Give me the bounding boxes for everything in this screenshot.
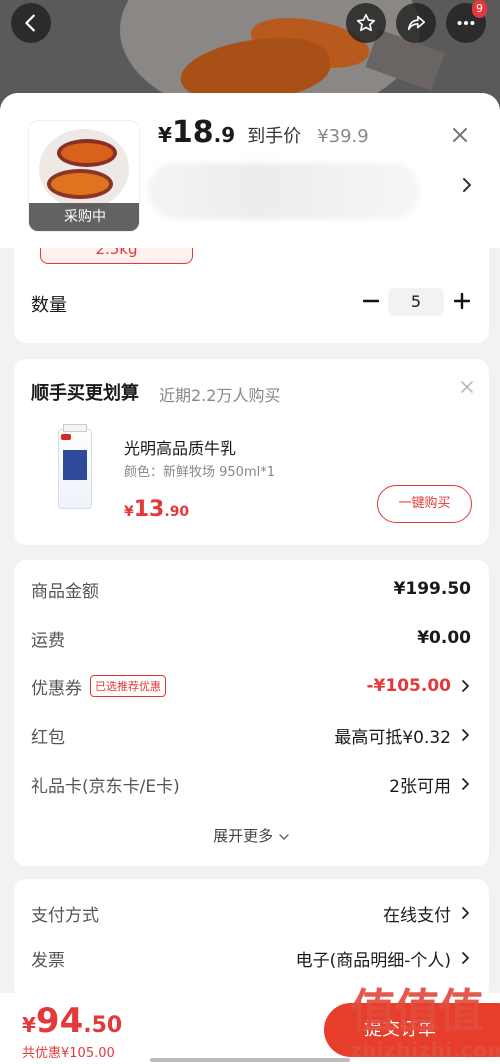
upsell-product-spec: 颜色：新鲜牧场 950ml*1 bbox=[124, 465, 275, 480]
price-integer: 18 bbox=[171, 115, 214, 150]
invoice-label: 发票 bbox=[31, 950, 65, 971]
chevron-left-icon bbox=[25, 14, 35, 32]
milk-product-image[interactable] bbox=[58, 424, 92, 509]
quantity-decrease-button[interactable] bbox=[359, 289, 383, 313]
detail-value: 最高可抵¥0.32 bbox=[334, 727, 451, 748]
invoice-value: 电子(商品明细-个人) bbox=[295, 950, 451, 971]
total-integer: 94 bbox=[35, 1001, 84, 1041]
detail-row-red-packet[interactable]: 红包 最高可抵¥0.32 bbox=[31, 720, 471, 750]
chevron-right-icon bbox=[462, 778, 469, 790]
upsell-price-currency: ¥ bbox=[124, 504, 134, 520]
star-icon bbox=[356, 13, 376, 32]
upsell-subtitle: 近期2.2万人购买 bbox=[159, 386, 281, 405]
chevron-down-icon bbox=[279, 834, 289, 840]
chevron-right-icon bbox=[462, 952, 469, 964]
detail-value: -¥105.00 bbox=[366, 676, 452, 696]
detail-label: 礼品卡(京东卡/E卡) bbox=[31, 776, 180, 797]
minus-icon bbox=[363, 299, 379, 303]
notification-badge: 9 bbox=[472, 0, 487, 18]
detail-value: ¥199.50 bbox=[393, 579, 471, 599]
quantity-increase-button[interactable] bbox=[450, 289, 474, 313]
price-currency: ¥ bbox=[158, 123, 172, 147]
payment-value: 在线支付 bbox=[383, 905, 451, 926]
watermark-logo: 值值值 bbox=[350, 984, 484, 1038]
detail-row-gift-card[interactable]: 礼品卡(京东卡/E卡) 2张可用 bbox=[31, 769, 471, 799]
watermark-site: zhizhizhi.com bbox=[350, 1038, 500, 1062]
one-click-buy-button[interactable]: 一键购买 bbox=[377, 485, 472, 523]
upsell-price-decimal: .90 bbox=[164, 504, 190, 520]
favorite-button[interactable] bbox=[346, 3, 386, 43]
price-decimal: .9 bbox=[213, 123, 236, 147]
detail-label: 红包 bbox=[31, 727, 65, 748]
detail-value: 2张可用 bbox=[389, 776, 451, 797]
detail-row-coupon[interactable]: 优惠券 已选推荐优惠 -¥105.00 bbox=[31, 671, 471, 701]
header-price: ¥ 18 .9 到手价 ¥39.9 bbox=[158, 115, 369, 150]
detail-label: 运费 bbox=[31, 630, 65, 651]
detail-row-goods-amount: 商品金额 ¥199.50 bbox=[31, 574, 471, 604]
home-indicator bbox=[150, 1058, 350, 1062]
order-sheet: 采购中 ¥ 18 .9 到手价 ¥39.9 2.5kg 数量 5 顺手买更划算 … bbox=[0, 93, 500, 1064]
quantity-input[interactable]: 5 bbox=[388, 288, 444, 316]
total-decimal: .50 bbox=[83, 1013, 123, 1038]
back-button[interactable] bbox=[11, 3, 51, 43]
purchasing-status-label: 采购中 bbox=[29, 203, 139, 231]
close-icon[interactable] bbox=[459, 379, 475, 395]
upsell-price: ¥ 13 .90 bbox=[124, 497, 189, 522]
total-currency: ¥ bbox=[22, 1013, 36, 1037]
sheet-header: 采购中 ¥ 18 .9 到手价 ¥39.9 bbox=[0, 93, 500, 248]
price-detail-card: 商品金额 ¥199.50 运费 ¥0.00 优惠券 已选推荐优惠 -¥105.0… bbox=[14, 560, 489, 866]
detail-label: 商品金额 bbox=[31, 581, 99, 602]
expand-more-label: 展开更多 bbox=[213, 827, 274, 845]
upsell-title: 顺手买更划算 bbox=[31, 383, 139, 404]
total-price: ¥ 94 .50 bbox=[22, 1001, 122, 1041]
plus-icon bbox=[454, 293, 470, 309]
price-tag: 到手价 bbox=[247, 126, 302, 147]
payment-label: 支付方式 bbox=[31, 905, 99, 926]
share-button[interactable] bbox=[396, 3, 436, 43]
invoice-row[interactable]: 发票 电子(商品明细-个人) bbox=[31, 943, 471, 973]
chevron-right-icon bbox=[462, 729, 469, 741]
upsell-product-name[interactable]: 光明高品质牛乳 bbox=[124, 435, 236, 459]
original-price: ¥39.9 bbox=[317, 126, 369, 147]
detail-label: 优惠券 bbox=[31, 678, 82, 699]
total-saved-text: 共优惠¥105.00 bbox=[22, 1046, 115, 1061]
chevron-right-icon bbox=[462, 907, 469, 919]
blurred-spec-summary bbox=[148, 163, 420, 219]
coupon-recommended-tag: 已选推荐优惠 bbox=[90, 675, 166, 697]
upsell-price-integer: 13 bbox=[133, 497, 165, 522]
chevron-right-icon bbox=[462, 680, 469, 692]
close-icon[interactable] bbox=[449, 124, 471, 146]
detail-row-shipping: 运费 ¥0.00 bbox=[31, 623, 471, 653]
detail-value: ¥0.00 bbox=[417, 628, 471, 648]
quantity-label: 数量 bbox=[31, 295, 67, 316]
chevron-right-icon[interactable] bbox=[460, 175, 474, 195]
upsell-card: 顺手买更划算 近期2.2万人购买 光明高品质牛乳 颜色：新鲜牧场 950ml*1… bbox=[14, 359, 489, 545]
expand-more-button[interactable]: 展开更多 bbox=[14, 825, 489, 846]
payment-method-row[interactable]: 支付方式 在线支付 bbox=[31, 898, 471, 928]
product-thumbnail[interactable]: 采购中 bbox=[28, 120, 140, 232]
share-icon bbox=[407, 15, 426, 31]
